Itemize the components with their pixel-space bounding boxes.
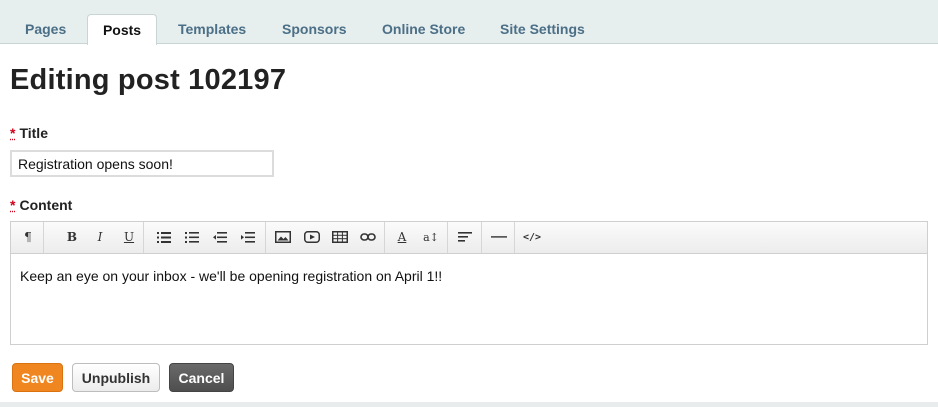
unpublish-button[interactable]: Unpublish [72,363,160,392]
editor-toolbar: ¶ B I U A a↕ </> [11,222,927,254]
toolbar-group-font: A a↕ [385,222,448,253]
font-color-icon[interactable]: A [391,227,413,247]
tab-pages[interactable]: Pages [25,14,66,44]
code-view-icon[interactable]: </> [521,227,543,247]
content-text: Keep an eye on your inbox - we'll be ope… [20,268,443,284]
content-field-label: * Content [10,197,72,213]
align-icon[interactable] [454,227,476,247]
image-icon[interactable] [272,227,294,247]
video-icon[interactable] [301,227,323,247]
tab-site-settings[interactable]: Site Settings [500,14,585,44]
title-field-label: * Title [10,125,48,141]
required-marker: * [10,125,16,141]
cancel-button[interactable]: Cancel [169,363,234,392]
page-bottom-divider [0,402,938,407]
save-button[interactable]: Save [12,363,63,392]
title-label-text: Title [19,125,48,141]
toolbar-group-hr [482,222,515,253]
tab-posts[interactable]: Posts [87,14,157,45]
toolbar-group-paragraph: ¶ [11,222,44,253]
italic-icon[interactable]: I [89,227,111,247]
rich-text-editor: ¶ B I U A a↕ </> Keep an eye on your inb… [10,221,928,345]
toolbar-group-code: </> [515,222,549,253]
font-size-icon[interactable]: a↕ [420,227,442,247]
toolbar-group-lists [144,222,266,253]
unordered-list-icon[interactable] [153,227,175,247]
ordered-list-icon[interactable] [181,227,203,247]
content-label-text: Content [19,197,73,213]
editor-content-area[interactable]: Keep an eye on your inbox - we'll be ope… [11,254,927,344]
indent-icon[interactable] [237,227,259,247]
title-input[interactable] [10,150,274,177]
top-tab-bar: Pages Posts Templates Sponsors Online St… [0,0,938,45]
paragraph-format-icon[interactable]: ¶ [17,227,39,247]
page-title: Editing post 102197 [10,64,287,96]
link-icon[interactable] [357,227,379,247]
horizontal-rule-icon[interactable] [488,227,510,247]
required-marker: * [10,197,16,213]
tab-templates[interactable]: Templates [178,14,246,44]
toolbar-group-media [266,222,385,253]
table-icon[interactable] [329,227,351,247]
tab-sponsors[interactable]: Sponsors [282,14,347,44]
toolbar-group-text-style: B I U [44,222,144,253]
underline-icon[interactable]: U [118,227,140,247]
toolbar-group-align [448,222,482,253]
outdent-icon[interactable] [209,227,231,247]
bold-icon[interactable]: B [61,227,83,247]
tab-online-store[interactable]: Online Store [382,14,465,44]
